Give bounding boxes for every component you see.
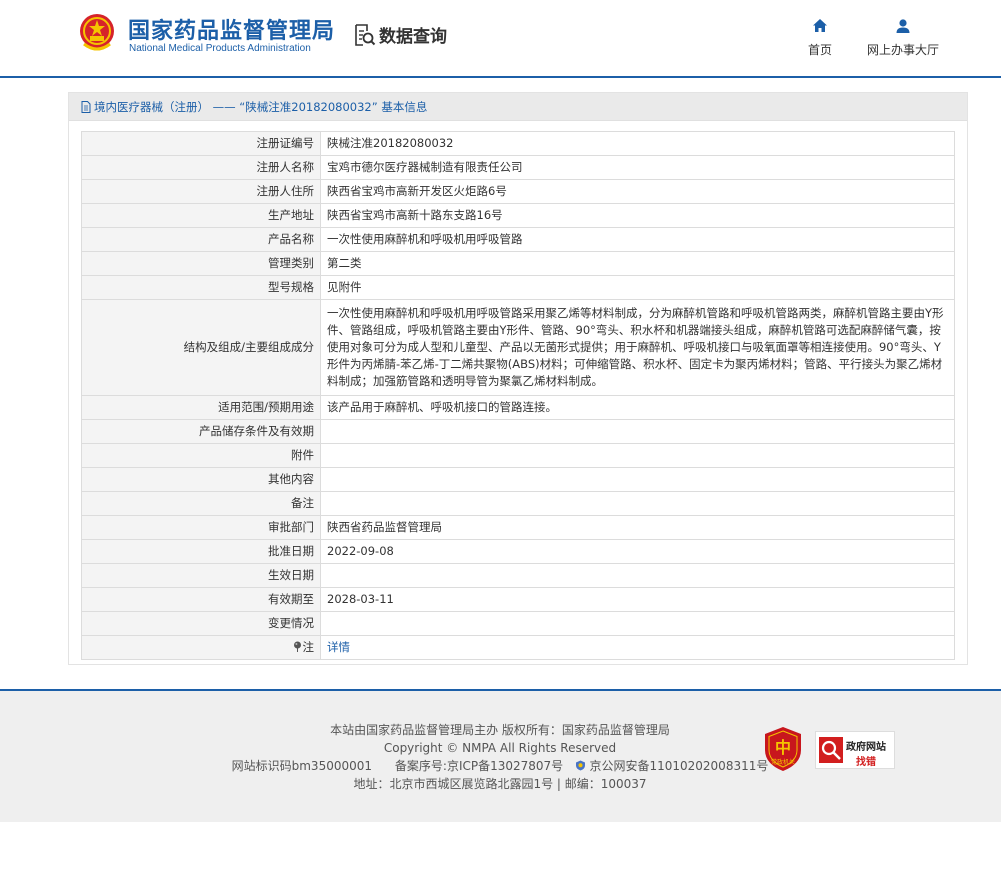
- row-value: 陕西省药品监督管理局: [320, 515, 955, 540]
- site-code: 网站标识码bm35000001: [231, 759, 373, 773]
- row-label: 注册人名称: [81, 155, 321, 180]
- badge2-top-label: 政府网站: [846, 742, 886, 753]
- row-label: 有效期至: [81, 587, 321, 612]
- table-row: 注册人住所 陕西省宝鸡市高新开发区火炬路6号: [81, 179, 955, 204]
- footer-copyright: Copyright © NMPA All Rights Reserved: [383, 741, 617, 755]
- table-row: 其他内容: [81, 467, 955, 492]
- row-label: 注册人住所: [81, 179, 321, 204]
- row-label: 产品储存条件及有效期: [81, 419, 321, 444]
- table-row: 注册人名称 宝鸡市德尔医疗器械制造有限责任公司: [81, 155, 955, 180]
- table-row: 管理类别 第二类: [81, 251, 955, 276]
- home-icon: [813, 19, 827, 32]
- table-row: 生产地址 陕西省宝鸡市高新十路东支路16号: [81, 203, 955, 228]
- registration-info-table: 注册证编号 陕械注准20182080032 注册人名称 宝鸡市德尔医疗器械制造有…: [81, 131, 955, 660]
- row-label: 产品名称: [81, 227, 321, 252]
- police-record-link[interactable]: 京公网安备11010202008311号: [589, 759, 768, 773]
- row-value: 陕西省宝鸡市高新开发区火炬路6号: [320, 179, 955, 204]
- icp-link[interactable]: 备案序号:京ICP备13027807号: [395, 759, 563, 773]
- row-label: 结构及组成/主要组成成分: [81, 299, 321, 396]
- row-value: [320, 443, 955, 468]
- row-label: 注: [302, 640, 315, 654]
- pin-icon: [293, 641, 301, 652]
- table-row: 产品名称 一次性使用麻醉机和呼吸机用呼吸管路: [81, 227, 955, 252]
- user-icon: [896, 19, 910, 33]
- note-label-cell: 注: [81, 635, 321, 660]
- row-label: 备注: [81, 491, 321, 516]
- table-row: 批准日期 2022-09-08: [81, 539, 955, 564]
- row-value: 第二类: [320, 251, 955, 276]
- org-name-en[interactable]: National Medical Products Administration: [129, 43, 311, 54]
- police-badge-icon: [575, 760, 585, 771]
- row-value: 2022-09-08: [320, 539, 955, 564]
- table-row: 型号规格 见附件: [81, 275, 955, 300]
- footer-sponsor: 本站由国家药品监督管理局主办 版权所有：国家药品监督管理局: [330, 723, 670, 737]
- row-value: 陕西省宝鸡市高新十路东支路16号: [320, 203, 955, 228]
- table-row: 结构及组成/主要组成成分 一次性使用麻醉机和呼吸机用呼吸管路采用聚乙烯等材料制成…: [81, 299, 955, 396]
- panel-header: 境内医疗器械（注册） —— “陕械注准20182080032” 基本信息: [69, 93, 967, 121]
- magnifier-error-icon: [819, 737, 843, 763]
- table-row: 附件: [81, 443, 955, 468]
- svg-text:中: 中: [775, 738, 791, 757]
- org-name-cn[interactable]: 国家药品监督管理局: [128, 13, 335, 45]
- row-value: 该产品用于麻醉机、呼吸机接口的管路连接。: [320, 395, 955, 420]
- row-value: 宝鸡市德尔医疗器械制造有限责任公司: [320, 155, 955, 180]
- table-row: 适用范围/预期用途 该产品用于麻醉机、呼吸机接口的管路连接。: [81, 395, 955, 420]
- table-row: 注 详情: [81, 635, 955, 660]
- row-value: 详情: [320, 635, 955, 660]
- nav-home[interactable]: 首页: [800, 18, 840, 58]
- row-label: 附件: [81, 443, 321, 468]
- row-label: 变更情况: [81, 611, 321, 636]
- table-row: 产品储存条件及有效期: [81, 419, 955, 444]
- data-query-link[interactable]: 数据查询: [352, 22, 447, 47]
- row-value: 陕械注准20182080032: [320, 131, 955, 156]
- table-row: 备注: [81, 491, 955, 516]
- row-value: [320, 419, 955, 444]
- detail-panel: 境内医疗器械（注册） —— “陕械注准20182080032” 基本信息 注册证…: [68, 92, 968, 665]
- row-label: 注册证编号: [81, 131, 321, 156]
- row-value: [320, 491, 955, 516]
- row-value: 见附件: [320, 275, 955, 300]
- gov-site-error-report-badge[interactable]: 政府网站 找错: [815, 731, 895, 769]
- row-label: 审批部门: [81, 515, 321, 540]
- row-label: 其他内容: [81, 467, 321, 492]
- site-footer: 本站由国家药品监督管理局主办 版权所有：国家药品监督管理局 Copyright …: [0, 689, 1001, 822]
- row-label: 生效日期: [81, 563, 321, 588]
- footer-address: 地址：北京市西城区展览路北露园1号 | 邮编：100037: [353, 777, 647, 791]
- details-link[interactable]: 详情: [327, 640, 350, 654]
- row-label: 生产地址: [81, 203, 321, 228]
- document-icon: [81, 100, 91, 113]
- site-header: 国家药品监督管理局 National Medical Products Admi…: [0, 0, 1001, 78]
- badge2-bottom-label: 找错: [856, 757, 876, 768]
- footer-registration: 网站标识码bm35000001 备案序号:京ICP备13027807号 京公网安…: [210, 757, 790, 775]
- panel-title: 境内医疗器械（注册） —— “陕械注准20182080032” 基本信息: [94, 99, 428, 114]
- row-value: [320, 467, 955, 492]
- badge1-label: 党政机关: [771, 758, 795, 766]
- row-label: 适用范围/预期用途: [81, 395, 321, 420]
- row-value: [320, 563, 955, 588]
- table-row: 变更情况: [81, 611, 955, 636]
- document-search-icon: [355, 23, 376, 46]
- party-government-badge[interactable]: 中 党政机关: [763, 726, 803, 772]
- row-value: [320, 611, 955, 636]
- nav-online-hall-label: 网上办事大厅: [866, 43, 939, 57]
- row-value: 2028-03-11: [320, 587, 955, 612]
- data-query-label: 数据查询: [379, 27, 447, 47]
- table-row: 生效日期: [81, 563, 955, 588]
- row-label: 管理类别: [81, 251, 321, 276]
- party-government-icon: 中 党政机关: [765, 727, 801, 771]
- row-label: 批准日期: [81, 539, 321, 564]
- table-row: 有效期至 2028-03-11: [81, 587, 955, 612]
- row-label: 型号规格: [81, 275, 321, 300]
- national-emblem-icon[interactable]: [78, 12, 116, 54]
- nav-home-label: 首页: [807, 43, 832, 57]
- row-value: 一次性使用麻醉机和呼吸机用呼吸管路: [320, 227, 955, 252]
- table-row: 审批部门 陕西省药品监督管理局: [81, 515, 955, 540]
- row-value: 一次性使用麻醉机和呼吸机用呼吸管路采用聚乙烯等材料制成，分为麻醉机管路和呼吸机管…: [320, 299, 955, 396]
- nav-online-hall[interactable]: 网上办事大厅: [860, 18, 946, 58]
- table-row: 注册证编号 陕械注准20182080032: [81, 131, 955, 156]
- footer-text: 本站由国家药品监督管理局主办 版权所有：国家药品监督管理局 Copyright …: [210, 721, 790, 793]
